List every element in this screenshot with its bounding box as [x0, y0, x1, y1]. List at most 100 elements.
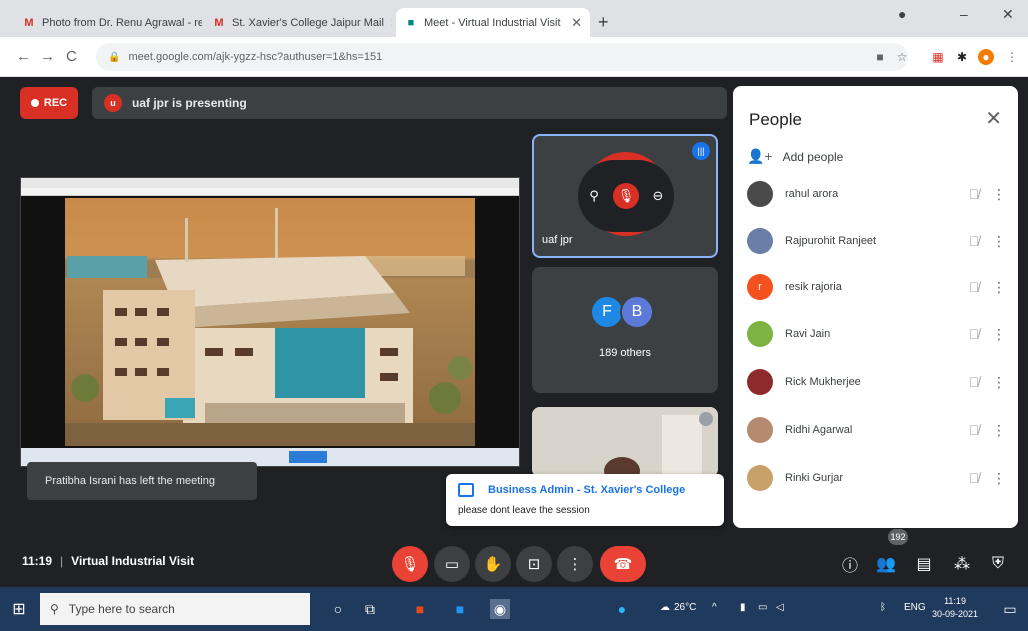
address-bar[interactable]: 🔒 meet.google.com/ajk-ygzz-hsc?authuser=… — [96, 43, 908, 71]
bookmark-star-icon[interactable]: ☆ — [894, 49, 910, 65]
remove-icon[interactable]: ⊖ — [645, 183, 671, 209]
weather-icon[interactable]: ☁ — [660, 602, 670, 613]
participant-video-tile[interactable] — [532, 407, 718, 477]
minimize-icon[interactable]: – — [960, 6, 968, 22]
list-item[interactable]: rahul arora 🎙̸ ⋮ — [747, 174, 1009, 214]
back-icon[interactable]: ← — [16, 48, 31, 65]
list-item[interactable]: Ravi Jain 🎙̸ ⋮ — [747, 314, 1009, 354]
chat-sender: Business Admin - St. Xavier's College — [488, 484, 686, 496]
browser-menu-icon[interactable]: ⋮ — [1004, 49, 1020, 65]
chat-icon[interactable]: ▤ — [912, 552, 936, 576]
new-tab-button[interactable]: + — [598, 12, 609, 33]
host-controls-icon[interactable]: ⛨ — [986, 552, 1010, 576]
recording-indicator[interactable]: REC — [20, 87, 78, 119]
list-item[interactable]: Ridhi Agarwal 🎙̸ ⋮ — [747, 410, 1009, 450]
activities-icon[interactable]: ⁂ — [950, 552, 974, 576]
chat-message: please dont leave the session — [458, 505, 590, 516]
pin-icon[interactable]: ⚲ — [581, 183, 607, 209]
forward-icon[interactable]: → — [40, 48, 55, 65]
presenter-tile-name: uaf jpr — [542, 234, 573, 246]
browser-tab-2[interactable]: M St. Xavier's College Jaipur Mail ✕ — [204, 8, 392, 37]
bluetooth-icon[interactable]: ᛒ — [880, 602, 886, 613]
taskbar-search-box[interactable]: ⚲ Type here to search — [40, 593, 310, 625]
extension-icon[interactable]: ▦ — [930, 49, 946, 65]
teams-icon[interactable]: ■ — [450, 599, 470, 619]
hand-icon: ✋ — [483, 556, 503, 573]
mic-off-icon: 🎙̸ — [968, 374, 980, 390]
avatar — [747, 417, 773, 443]
separator: | — [60, 554, 64, 568]
raise-hand-button[interactable]: ✋ — [475, 546, 511, 582]
app-icon[interactable]: ● — [612, 599, 632, 619]
more-options-icon[interactable]: ⋮ — [989, 422, 1009, 439]
search-icon: ⚲ — [50, 602, 59, 616]
list-item[interactable]: Rinki Gurjar 🎙̸ ⋮ — [747, 458, 1009, 498]
meeting-info: 11:19 | Virtual Industrial Visit — [22, 554, 194, 568]
mic-off-icon: 🎙̸ — [968, 422, 980, 438]
participant-name: rahul arora — [785, 188, 839, 200]
mic-off-icon: 🎙 — [400, 556, 420, 573]
language-indicator[interactable]: ENG — [904, 602, 926, 613]
close-window-icon[interactable]: ✕ — [1002, 6, 1014, 23]
more-options-icon[interactable]: ⋮ — [989, 186, 1009, 203]
more-options-icon[interactable]: ⋮ — [989, 326, 1009, 343]
camera-permission-icon[interactable]: ■ — [872, 49, 888, 65]
more-options-icon[interactable]: ⋮ — [989, 374, 1009, 391]
presenter-avatar: u — [104, 94, 122, 112]
add-people-button[interactable]: 👤+ Add people — [747, 148, 843, 165]
chat-message-toast[interactable]: Business Admin - St. Xavier's College pl… — [446, 474, 724, 526]
list-item[interactable]: Rick Mukherjee 🎙̸ ⋮ — [747, 362, 1009, 402]
chat-icon — [458, 483, 474, 497]
close-icon[interactable]: ✕ — [985, 106, 1002, 131]
more-options-icon[interactable]: ⋮ — [989, 279, 1009, 296]
clock-time: 11:19 — [944, 596, 966, 606]
close-icon[interactable]: ✕ — [565, 15, 582, 31]
browser-tab-1[interactable]: M Photo from Dr. Renu Agrawal - renujado… — [14, 8, 202, 37]
cortana-icon[interactable]: ○ — [328, 599, 348, 619]
more-options-icon[interactable]: ⋮ — [989, 470, 1009, 487]
participant-name: Rick Mukherjee — [785, 376, 861, 388]
camera-toggle-button[interactable]: ▭ — [434, 546, 470, 582]
mic-icon[interactable]: 🎙 — [613, 183, 639, 209]
participant-name: Rajpurohit Ranjeet — [785, 235, 877, 247]
notifications-icon[interactable]: ▭ — [1000, 599, 1020, 619]
more-options-icon[interactable]: ⋮ — [989, 233, 1009, 250]
browser-toolbar: ← → C 🔒 meet.google.com/ajk-ygzz-hsc?aut… — [0, 37, 1028, 77]
mic-toggle-button[interactable]: 🎙 — [392, 546, 428, 582]
taskbar-clock[interactable]: 11:19 30-09-2021 — [932, 595, 978, 621]
list-item[interactable]: r resik rajoria 🎙̸ ⋮ — [747, 267, 1009, 307]
volume-icon[interactable]: ◁ — [776, 602, 784, 613]
browser-tab-3[interactable]: ■ Meet - Virtual Industrial Visit ✕ — [396, 8, 590, 37]
participant-left-toast: Pratibha Israni has left the meeting — [27, 462, 257, 500]
others-avatars: F B — [590, 295, 670, 331]
meeting-details-icon[interactable]: ⓘ — [838, 552, 862, 576]
battery-icon[interactable]: ▮ — [740, 602, 746, 613]
search-placeholder: Type here to search — [68, 602, 175, 616]
office-icon[interactable]: ■ — [410, 599, 430, 619]
participant-name: resik rajoria — [785, 281, 842, 293]
puzzle-extensions-icon[interactable]: ✱ — [954, 49, 970, 65]
shared-window-titlebar — [21, 178, 519, 188]
more-options-button[interactable]: ⋮ — [557, 546, 593, 582]
chrome-icon[interactable]: ◉ — [490, 599, 510, 619]
avatar: r — [747, 274, 773, 300]
presenter-tile[interactable]: ⚲ 🎙 ⊖ ||| uaf jpr — [532, 134, 718, 258]
people-icon[interactable]: 👥 — [874, 552, 898, 576]
tray-chevron-icon[interactable]: ^ — [712, 602, 717, 613]
present-button[interactable]: ⊡ — [516, 546, 552, 582]
avatar — [747, 369, 773, 395]
list-item[interactable]: Rajpurohit Ranjeet 🎙̸ ⋮ — [747, 221, 1009, 261]
address-text: meet.google.com/ajk-ygzz-hsc?authuser=1&… — [128, 51, 383, 63]
others-tile[interactable]: F B 189 others — [532, 267, 718, 393]
profile-avatar[interactable]: ● — [978, 49, 994, 65]
task-view-icon[interactable]: ⧉ — [360, 599, 380, 619]
leave-call-button[interactable]: ☎ — [600, 546, 646, 582]
profile-dot-icon[interactable]: ● — [898, 6, 906, 22]
close-icon[interactable]: ✕ — [384, 15, 392, 31]
reload-icon[interactable]: C — [66, 48, 77, 65]
mic-off-icon: 🎙̸ — [968, 279, 980, 295]
windows-start-icon[interactable]: ⊞ — [10, 600, 28, 618]
avatar — [747, 321, 773, 347]
network-icon[interactable]: ▭ — [758, 602, 767, 613]
browser-tab-strip: M Photo from Dr. Renu Agrawal - renujado… — [0, 0, 1028, 37]
